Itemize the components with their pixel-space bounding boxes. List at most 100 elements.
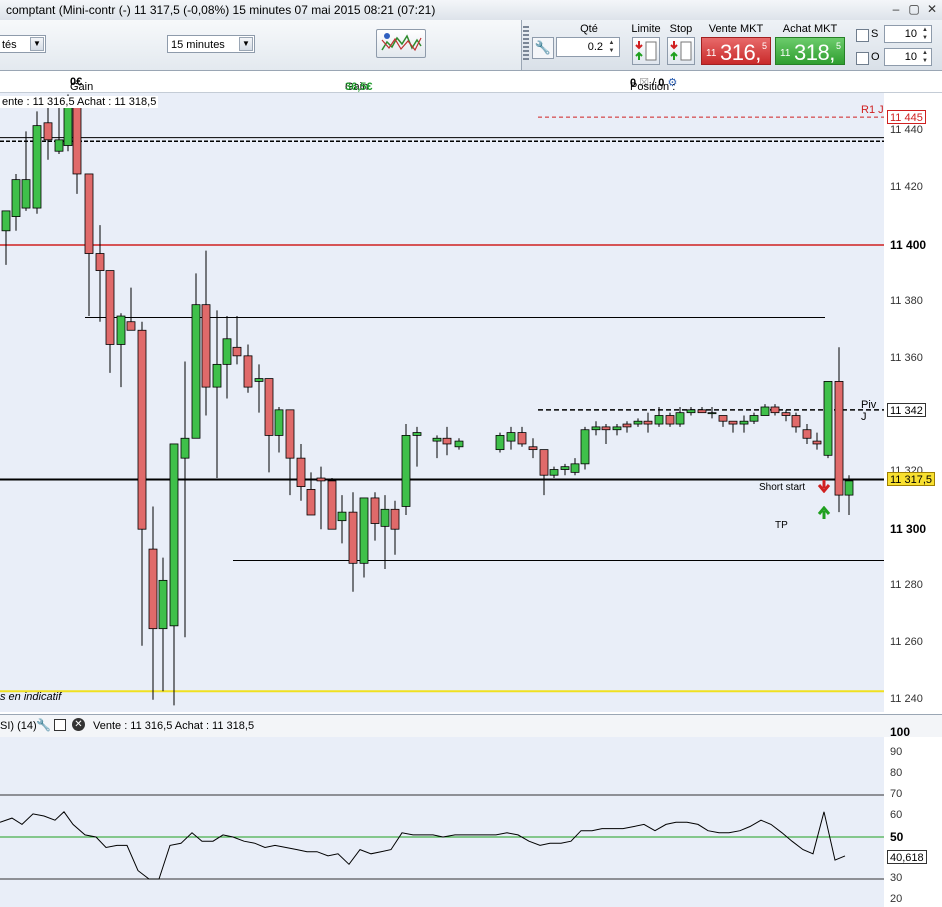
price-tick-label: 11 260 [890, 635, 923, 648]
candle-body-65 [728, 420, 738, 425]
candle-body-15 [158, 579, 168, 630]
candlestick-plot [0, 94, 884, 706]
timeframe-value: 15 minutes [171, 39, 225, 51]
candle-body-47 [539, 449, 549, 476]
rsi-axis: 100908070605040302040,618 [884, 725, 942, 907]
o-label: O [871, 51, 880, 63]
candle-body-48 [549, 469, 559, 476]
indicative-note: s en indicatif [0, 691, 62, 703]
candle-body-7 [72, 102, 82, 175]
close-icon[interactable]: ✕ [924, 2, 940, 17]
s-checkbox[interactable] [856, 29, 869, 42]
candle-body-11 [116, 315, 126, 345]
sell-price-small: 11 [706, 48, 717, 59]
panel-grip-handle[interactable] [523, 26, 529, 62]
candle-body-3 [32, 125, 42, 209]
restore-icon[interactable]: ▢ [906, 2, 922, 17]
s-value-input[interactable]: 10 ▲ ▼ [884, 25, 932, 43]
candle-body-29 [306, 489, 316, 516]
s-spinner[interactable]: ▲ ▼ [919, 26, 931, 42]
candle-body-74 [823, 381, 833, 456]
timeframe-select[interactable]: 15 minutes ▼ [167, 35, 255, 53]
o-checkbox[interactable] [856, 52, 869, 65]
close-icon[interactable]: ✕ [72, 718, 85, 731]
candle-body-2 [21, 179, 31, 209]
candle-body-57 [643, 420, 653, 425]
candle-body-76 [844, 480, 854, 496]
candle-body-58 [654, 415, 664, 425]
chevron-down-icon[interactable]: ▼ [30, 37, 44, 51]
minimize-icon[interactable]: – [888, 2, 904, 17]
chart-style-button[interactable] [376, 29, 426, 58]
candle-body-49 [560, 466, 570, 470]
candle-body-55 [622, 423, 632, 428]
candle-body-23 [243, 355, 253, 388]
price-tag: 11 342 [887, 402, 926, 417]
position-label: Position : [630, 81, 676, 93]
stop-order-button[interactable] [667, 37, 695, 65]
price-tick-label: 11 440 [890, 124, 923, 137]
price-tick-label: 11 400 [890, 238, 927, 252]
qty-spinner[interactable]: ▲ ▼ [605, 39, 618, 55]
gain-latent: Gain latent : 0€ [70, 76, 97, 117]
candle-body-32 [337, 511, 347, 522]
wrench-icon[interactable]: 🔧 [532, 37, 554, 59]
rsi-name: SI) (14) [0, 720, 37, 732]
price-axis: 11 440 11 420 11 400 11 380 11 360 11 320 11 3… [884, 93, 942, 712]
buy-arrow-icon [817, 506, 831, 519]
o-spinner[interactable]: ▲ ▼ [919, 49, 931, 65]
price-tick-label: 11 380 [890, 294, 923, 307]
tp-label: TP [775, 520, 788, 531]
qty-input[interactable]: 0.2 ▲ ▼ [556, 37, 620, 57]
candle-body-37 [390, 508, 400, 530]
candle-body-69 [770, 406, 780, 414]
stop-label: Stop [669, 23, 693, 35]
chevron-down-icon[interactable]: ▼ [239, 37, 253, 51]
candle-body-25 [264, 378, 274, 436]
candle-body-9 [95, 253, 105, 271]
o-value: 10 [904, 51, 917, 63]
info-bar: Gain latent : 0€ Gain Jour : 36,5€ Posit… [0, 71, 942, 117]
buy-price-sup: 5 [835, 41, 841, 51]
qty-value: 0.2 [587, 41, 603, 53]
s-label: S [871, 28, 879, 40]
price-tag: 11 445 [887, 110, 926, 125]
price-chart[interactable]: ente : 11 316,5 Achat : 11 318,5 s en in… [0, 93, 884, 712]
candle-body-1 [11, 179, 21, 217]
candle-body-70 [781, 412, 791, 416]
title-bar: comptant (Mini-contr (-) 11 317,5 (-0,08… [0, 0, 942, 21]
candle-body-54 [612, 426, 622, 431]
rsi-chart[interactable] [0, 737, 884, 907]
buy-market-button[interactable]: 11 318, 5 [775, 37, 845, 65]
sell-market-button[interactable]: 11 316, 5 [701, 37, 771, 65]
rsi-tick-label: 70 [890, 788, 903, 800]
gain-jour-value: 36,5€ [345, 81, 373, 93]
ohlc-quote: ente : 11 316,5 Achat : 11 318,5 [0, 96, 159, 108]
candle-body-36 [380, 508, 390, 527]
buy-label: Achat MKT [782, 23, 838, 35]
candle-body-53 [601, 426, 611, 431]
wrench-icon[interactable]: 🔧 [36, 718, 51, 732]
rsi-tick-label: 30 [890, 872, 903, 884]
candle-body-73 [812, 440, 822, 445]
instrument-combo[interactable]: tés ▼ [0, 35, 46, 53]
rsi-header: SI) (14) 🔧 ✕ Vente : 11 316,5 Achat : 11… [0, 714, 942, 738]
rsi-tick-label: 80 [890, 767, 903, 779]
limit-order-button[interactable] [632, 37, 660, 65]
candle-body-66 [739, 420, 749, 425]
candle-body-18 [191, 304, 201, 439]
candle-body-61 [686, 409, 696, 414]
rsi-tick-label: 20 [890, 893, 903, 905]
candle-body-43 [495, 435, 505, 451]
limit-order-icon [635, 41, 657, 61]
price-tick-label: 11 300 [890, 522, 927, 537]
sell-price-big: 316, [720, 40, 761, 65]
price-tick-label: 11 240 [890, 692, 923, 705]
o-value-input[interactable]: 10 ▲ ▼ [884, 48, 932, 66]
price-tick-label: 11 280 [890, 579, 923, 592]
window-icon[interactable] [54, 719, 66, 731]
candle-body-59 [665, 415, 675, 425]
candle-body-56 [633, 420, 643, 425]
stop-order-icon [670, 41, 692, 61]
chart-style-icon [381, 33, 422, 52]
